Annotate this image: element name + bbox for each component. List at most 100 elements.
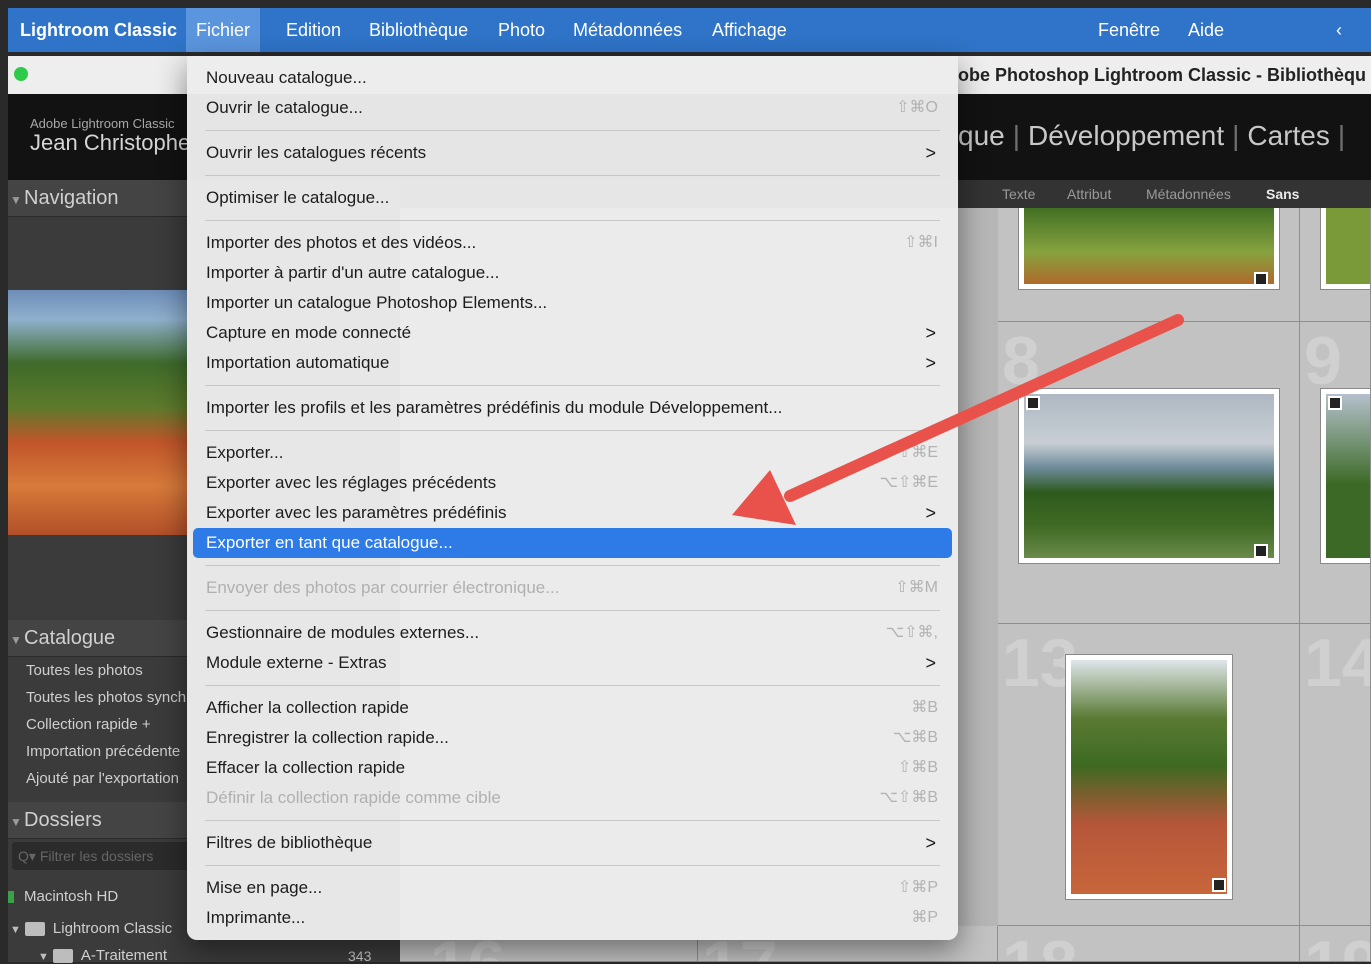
- menu-separator: [205, 820, 940, 821]
- menu-fenetre[interactable]: Fenêtre: [1088, 8, 1170, 52]
- disclosure-triangle-icon[interactable]: ▼: [10, 924, 21, 936]
- menu-item-mise-en-page[interactable]: Mise en page... ⇧⌘P: [193, 873, 952, 903]
- navigator-preview-image[interactable]: [8, 290, 188, 535]
- module-separator: |: [1337, 120, 1346, 151]
- module-picker: que | Développement | Cartes |: [958, 120, 1353, 152]
- catalogue-item-quick-collection[interactable]: Collection rapide +: [26, 716, 151, 733]
- menu-separator: [205, 865, 940, 866]
- menu-bibliotheque[interactable]: Bibliothèque: [359, 8, 478, 52]
- identity-plate-product: Adobe Lightroom Classic: [30, 116, 175, 131]
- grid-cell[interactable]: 18: [998, 926, 1300, 962]
- menu-item-importer-photoshop-elements[interactable]: Importer un catalogue Photoshop Elements…: [193, 288, 952, 318]
- module-separator: |: [1232, 120, 1240, 151]
- filter-attribute[interactable]: Attribut: [1067, 180, 1111, 208]
- window-zoom-button[interactable]: [14, 67, 28, 81]
- collection-badge-icon: [1328, 396, 1342, 410]
- menu-item-label: Filtres de bibliothèque: [206, 833, 373, 852]
- submenu-chevron-icon: >: [925, 503, 936, 523]
- menu-item-label: Nouveau catalogue...: [206, 68, 367, 87]
- photo-thumbnail[interactable]: [1320, 388, 1370, 564]
- menu-item-importer-profils[interactable]: Importer les profils et les paramètres p…: [193, 393, 952, 423]
- module-cartes[interactable]: Cartes: [1247, 120, 1329, 151]
- menu-aide[interactable]: Aide: [1178, 8, 1234, 52]
- menu-item-importer-photos[interactable]: Importer des photos et des vidéos... ⇧⌘I: [193, 228, 952, 258]
- menu-item-exporter-catalogue[interactable]: Exporter en tant que catalogue...: [193, 528, 952, 558]
- folder-label: Lightroom Classic: [52, 920, 173, 937]
- menu-item-importer-autre-catalogue[interactable]: Importer à partir d'un autre catalogue..…: [193, 258, 952, 288]
- photo-thumbnail[interactable]: [1320, 208, 1370, 290]
- edit-badge-icon: [1212, 878, 1226, 892]
- volume-status-icon: [8, 891, 14, 904]
- menu-item-gestionnaire-modules[interactable]: Gestionnaire de modules externes... ⌥⇧⌘,: [193, 618, 952, 648]
- menu-separator: [205, 685, 940, 686]
- menu-item-shortcut: ⌘B: [911, 699, 938, 716]
- collapse-chevron-icon[interactable]: ‹: [1326, 8, 1352, 52]
- menu-photo[interactable]: Photo: [488, 8, 555, 52]
- grid-cell[interactable]: 19: [1300, 926, 1371, 962]
- catalogue-item-synced-photos[interactable]: Toutes les photos synch: [26, 689, 186, 706]
- filter-text[interactable]: Texte: [1002, 180, 1035, 208]
- grid-cell[interactable]: [1300, 208, 1371, 322]
- menu-item-capture-mode-connecte[interactable]: Capture en mode connecté >: [193, 318, 952, 348]
- menu-item-label: Optimiser le catalogue...: [206, 188, 390, 207]
- menu-app-name[interactable]: Lightroom Classic: [10, 8, 187, 52]
- catalogue-item-added-by-export[interactable]: Ajouté par l'exportation: [26, 770, 179, 787]
- menu-item-ouvrir-catalogue[interactable]: Ouvrir le catalogue... ⇧⌘O: [193, 93, 952, 123]
- menu-item-label: Ouvrir le catalogue...: [206, 98, 363, 117]
- disclosure-triangle-icon[interactable]: ▼: [38, 951, 49, 963]
- window-title: obe Photoshop Lightroom Classic - Biblio…: [958, 65, 1366, 85]
- menu-item-optimiser-catalogue[interactable]: Optimiser le catalogue...: [193, 183, 952, 213]
- menu-fichier[interactable]: Fichier: [186, 8, 261, 52]
- menu-item-shortcut: ⌥⌘B: [892, 729, 938, 746]
- menu-item-label: Module externe - Extras: [206, 653, 387, 672]
- submenu-chevron-icon: >: [925, 353, 936, 373]
- folder-a-traitement[interactable]: ▼ A-Traitement: [38, 947, 167, 964]
- submenu-chevron-icon: >: [925, 653, 936, 673]
- menu-metadonnees[interactable]: Métadonnées: [563, 8, 692, 52]
- volume-macintosh-hd[interactable]: Macintosh HD: [8, 888, 118, 905]
- grid-cell[interactable]: 9: [1300, 322, 1371, 624]
- menu-item-definir-collection-cible: Définir la collection rapide comme cible…: [193, 783, 952, 813]
- grid-cell[interactable]: 13: [998, 624, 1300, 926]
- filter-none[interactable]: Sans: [1266, 180, 1299, 208]
- disclosure-triangle-icon[interactable]: ▼: [8, 182, 24, 218]
- disclosure-triangle-icon[interactable]: ▼: [8, 622, 24, 658]
- disclosure-triangle-icon[interactable]: ▼: [8, 804, 24, 840]
- grid-cell[interactable]: 14: [1300, 624, 1371, 926]
- photo-thumbnail[interactable]: [1018, 208, 1280, 290]
- menu-item-label: Enregistrer la collection rapide...: [206, 728, 449, 747]
- menu-item-nouveau-catalogue[interactable]: Nouveau catalogue...: [193, 63, 952, 93]
- menu-item-enregistrer-collection-rapide[interactable]: Enregistrer la collection rapide... ⌥⌘B: [193, 723, 952, 753]
- grid-cell[interactable]: 8: [998, 322, 1300, 624]
- menu-separator: [205, 430, 940, 431]
- folder-filter-input[interactable]: Q▾ Filtrer les dossiers: [12, 842, 188, 870]
- menu-item-label: Importation automatique: [206, 353, 390, 372]
- catalogue-item-all-photos[interactable]: Toutes les photos: [26, 662, 143, 679]
- menu-item-exporter[interactable]: Exporter... ⇧⌘E: [193, 438, 952, 468]
- module-developpement[interactable]: Développement: [1028, 120, 1224, 151]
- module-bibliotheque[interactable]: que: [958, 120, 1005, 151]
- menu-item-shortcut: ⌘P: [911, 909, 938, 926]
- menu-item-catalogues-recents[interactable]: Ouvrir les catalogues récents >: [193, 138, 952, 168]
- menu-edition[interactable]: Edition: [276, 8, 351, 52]
- menu-item-filtres-bibliotheque[interactable]: Filtres de bibliothèque >: [193, 828, 952, 858]
- menu-item-imprimante[interactable]: Imprimante... ⌘P: [193, 903, 952, 933]
- menu-item-effacer-collection-rapide[interactable]: Effacer la collection rapide ⇧⌘B: [193, 753, 952, 783]
- menu-item-exporter-parametres-predefinis[interactable]: Exporter avec les paramètres prédéfinis >: [193, 498, 952, 528]
- menu-item-importation-automatique[interactable]: Importation automatique >: [193, 348, 952, 378]
- menu-item-shortcut: ⇧⌘I: [904, 234, 938, 251]
- filter-metadata[interactable]: Métadonnées: [1146, 180, 1231, 208]
- menu-item-module-externe-extras[interactable]: Module externe - Extras >: [193, 648, 952, 678]
- menu-separator: [205, 130, 940, 131]
- menu-item-label: Importer des photos et des vidéos...: [206, 233, 477, 252]
- photo-thumbnail[interactable]: [1065, 654, 1233, 900]
- menu-affichage[interactable]: Affichage: [702, 8, 797, 52]
- menu-item-afficher-collection-rapide[interactable]: Afficher la collection rapide ⌘B: [193, 693, 952, 723]
- menu-item-label: Exporter...: [206, 443, 284, 462]
- catalogue-item-previous-import[interactable]: Importation précédente: [26, 743, 180, 760]
- menu-item-exporter-reglages-precedents[interactable]: Exporter avec les réglages précédents ⌥⇧⌘…: [193, 468, 952, 498]
- photo-thumbnail[interactable]: [1018, 388, 1280, 564]
- grid-cell-number: 18: [1002, 926, 1078, 961]
- grid-cell[interactable]: [998, 208, 1300, 322]
- folder-lightroom-classic[interactable]: ▼ Lightroom Classic: [10, 920, 172, 937]
